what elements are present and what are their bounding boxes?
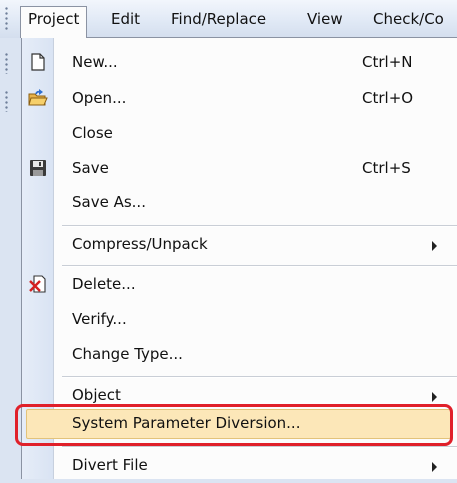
delete-icon (29, 275, 46, 293)
menu-item-divert-file[interactable]: Divert File (22, 449, 457, 483)
menu-separator (62, 225, 457, 227)
submenu-arrow-icon (432, 241, 437, 251)
menu-item-label: New... (72, 53, 118, 71)
new-file-icon (31, 53, 45, 71)
menu-item-change-type[interactable]: Change Type... (22, 338, 457, 372)
toolbar-grip-handle[interactable] (4, 90, 9, 112)
menu-find-replace[interactable]: Find/Replace (164, 7, 273, 31)
menu-item-label: Object (72, 386, 121, 404)
menu-item-shortcut: Ctrl+S (362, 159, 411, 177)
menu-separator (62, 376, 457, 378)
submenu-arrow-icon (432, 462, 437, 472)
menu-item-shortcut: Ctrl+O (362, 89, 414, 107)
menu-edit[interactable]: Edit (104, 7, 147, 31)
menu-item-label: Save (72, 159, 109, 177)
toolbar-grip-handle[interactable] (4, 6, 9, 32)
menu-separator (62, 446, 457, 448)
menu-item-save-as[interactable]: Save As... (22, 186, 457, 220)
menu-item-shortcut: Ctrl+N (362, 53, 413, 71)
menu-check[interactable]: Check/Co (366, 7, 451, 31)
menu-item-label: Compress/Unpack (72, 235, 208, 253)
open-folder-icon (28, 89, 48, 106)
menu-item-label: Save As... (72, 193, 146, 211)
menu-item-label: Verify... (72, 310, 127, 328)
menu-item-close[interactable]: Close (22, 117, 457, 151)
menu-item-label: Change Type... (72, 345, 183, 363)
menu-item-delete[interactable]: Delete... (22, 268, 457, 302)
menu-item-save[interactable]: Save Ctrl+S (22, 152, 457, 186)
menu-item-label: Delete... (72, 275, 136, 293)
menu-separator (62, 265, 457, 267)
menu-view[interactable]: View (300, 7, 350, 31)
save-disk-icon (30, 160, 46, 176)
menu-bar: Project Edit Find/Replace View Check/Co (0, 0, 457, 38)
menu-item-new[interactable]: New... Ctrl+N (22, 46, 457, 80)
menu-item-label: Divert File (72, 456, 148, 474)
menu-item-label: Close (72, 124, 113, 142)
menu-item-label: Open... (72, 89, 127, 107)
menu-item-open[interactable]: Open... Ctrl+O (22, 82, 457, 116)
submenu-arrow-icon (432, 392, 437, 402)
menu-item-compress-unpack[interactable]: Compress/Unpack (22, 228, 457, 262)
toolbar-grip-handle[interactable] (4, 52, 9, 74)
menu-project[interactable]: Project (20, 6, 88, 38)
annotation-highlight-box (15, 404, 453, 446)
menu-item-verify[interactable]: Verify... (22, 303, 457, 337)
